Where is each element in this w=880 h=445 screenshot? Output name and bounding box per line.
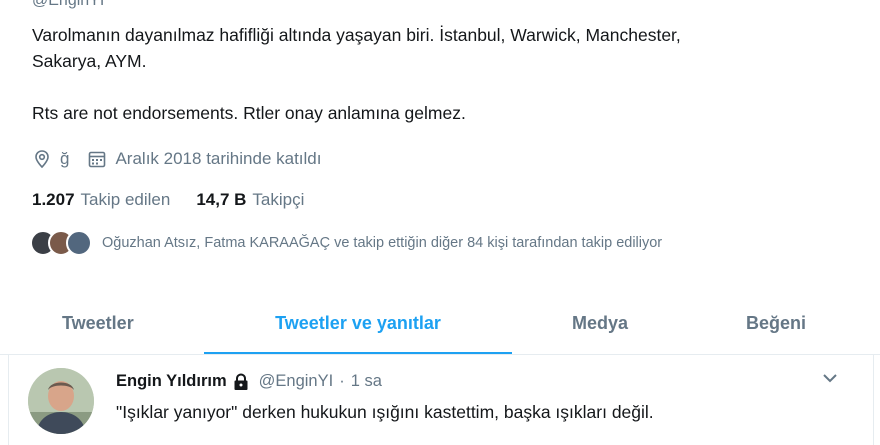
calendar-icon (87, 149, 107, 169)
bio-line: Varolmanın dayanılmaz hafifliği altında … (32, 25, 681, 45)
tab-tweets[interactable]: Tweetler (28, 292, 212, 354)
follower-avatars (30, 230, 92, 256)
chevron-down-icon[interactable] (820, 370, 840, 386)
profile-meta: ğ Aralık 2018 tarihinde katıldı (32, 146, 321, 172)
following-count[interactable]: 1.207 (32, 190, 75, 210)
tab-likes[interactable]: Beğeni (688, 292, 864, 354)
avatar (66, 230, 92, 256)
followed-by-text[interactable]: Oğuzhan Atsız, Fatma KARAAĞAÇ ve takip e… (102, 235, 662, 251)
tab-label: Medya (571, 312, 629, 333)
tab-tweets-and-replies[interactable]: Tweetler ve yanıtlar (204, 292, 512, 354)
tweet-author-name[interactable]: Engin Yıldırım (116, 372, 227, 391)
profile-tabs: Tweetler Tweetler ve yanıtlar Medya Beğe… (0, 292, 880, 354)
bio-line: Rts are not endorsements. Rtler onay anl… (32, 103, 466, 123)
tweet-timestamp[interactable]: 1 sa (351, 372, 382, 391)
profile-location: ğ (60, 149, 70, 168)
bio-line: Sakarya, AYM. (32, 51, 147, 71)
tweet-text: "Işıklar yanıyor" derken hukukun ışığını… (116, 402, 654, 422)
followed-by[interactable]: Oğuzhan Atsız, Fatma KARAAĞAÇ ve takip e… (30, 230, 662, 256)
lock-icon (233, 372, 249, 391)
location-icon (32, 149, 52, 169)
followers-label[interactable]: Takipçi (252, 190, 304, 210)
tweet-card[interactable] (8, 355, 874, 445)
profile-bio: Varolmanın dayanılmaz hafifliği altında … (32, 22, 832, 126)
followers-count[interactable]: 14,7 B (196, 190, 246, 210)
tweet-header: Engin Yıldırım @EnginYI · 1 sa (116, 372, 388, 391)
tab-label: Tweetler ve yanıtlar (275, 312, 441, 333)
profile-handle: @EnginYI (32, 0, 105, 9)
separator-dot: · (339, 372, 345, 390)
avatar[interactable] (28, 368, 94, 434)
profile-stats: 1.207 Takip edilen 14,7 B Takipçi (32, 190, 330, 210)
tab-label: Tweetler (62, 312, 134, 333)
following-label[interactable]: Takip edilen (81, 190, 171, 210)
tweet-author-handle[interactable]: @EnginYI (259, 372, 334, 391)
tab-media[interactable]: Medya (512, 292, 688, 354)
tab-label: Beğeni (745, 312, 806, 333)
profile-joined-date: Aralık 2018 tarihinde katıldı (115, 149, 322, 168)
